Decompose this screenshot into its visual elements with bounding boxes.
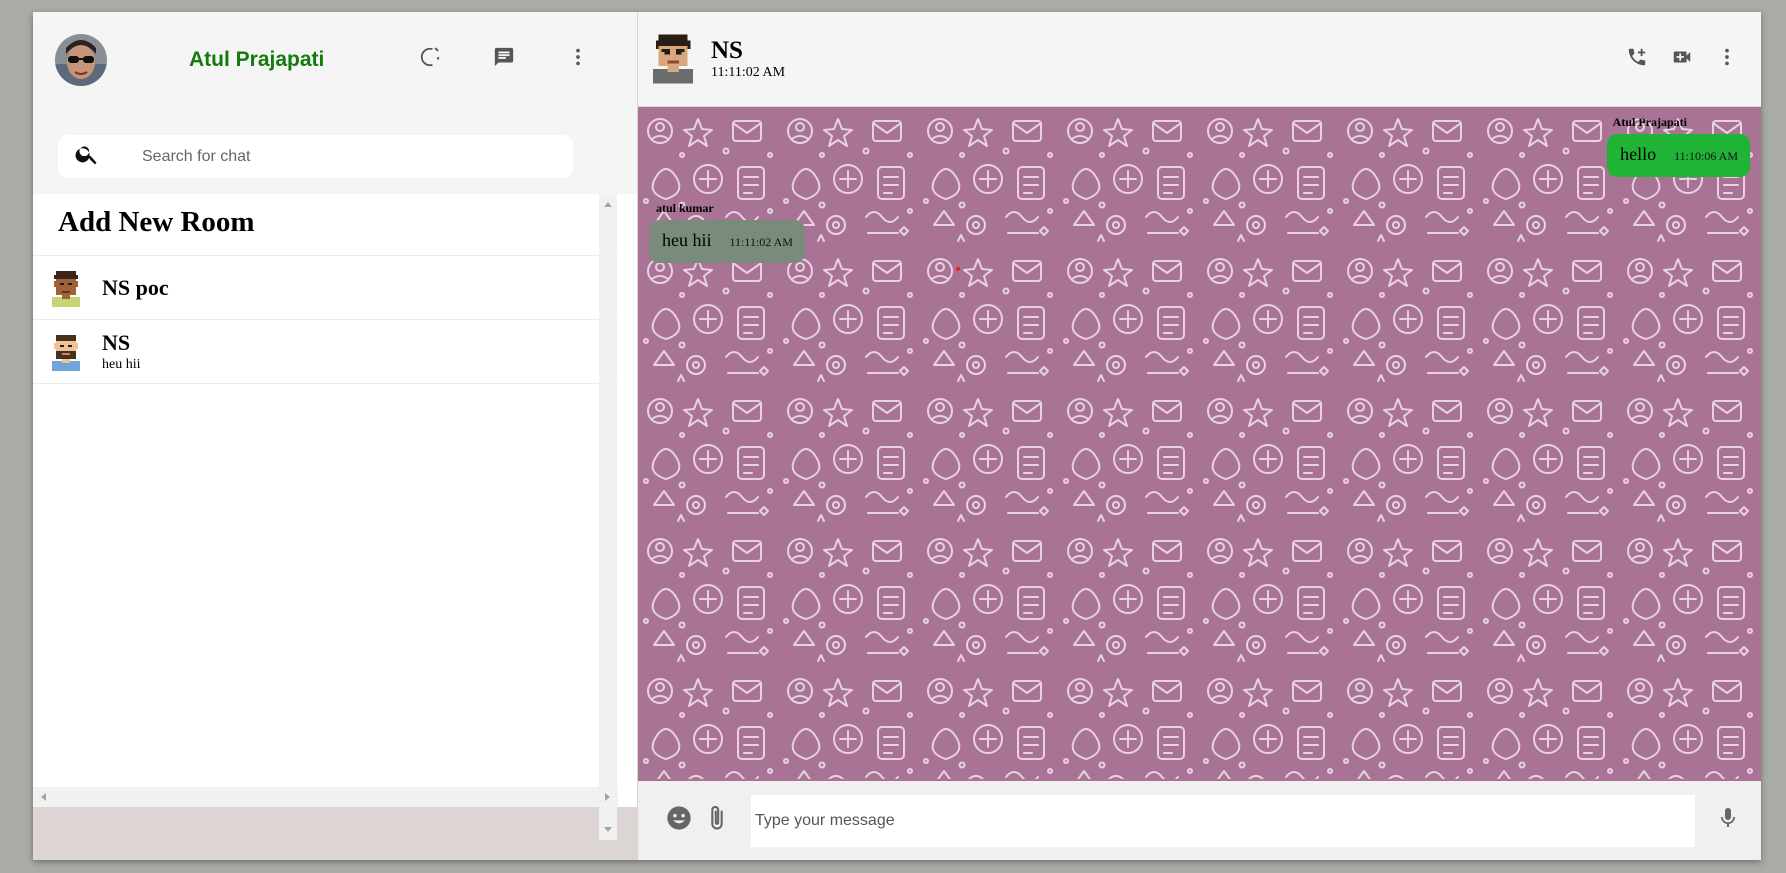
new-chat-button[interactable] [467,40,541,80]
mic-button[interactable] [1709,801,1747,841]
message-sender: atul kumar [656,201,714,215]
room-avatar[interactable] [650,34,696,84]
chat-header-info: NS 11:11:02 AM [711,37,1614,81]
scroll-up-arrow-icon[interactable] [604,202,612,207]
user-name: Atul Prajapati [189,47,325,71]
sidebar-header-actions [393,40,615,80]
message-time: 11:11:02 AM [729,235,793,249]
chat-list: Add New Room NS poc NS heu hii [33,194,618,787]
message-area[interactable]: Atul Prajapati hello 11:10:06 AM atul ku… [638,107,1761,781]
chat-item-info: NS heu hii [102,330,141,373]
user-avatar[interactable] [55,33,107,86]
last-seen-time: 11:11:02 AM [711,65,786,80]
mic-icon [1716,805,1740,836]
more-vert-icon [1716,46,1738,73]
attach-icon [703,804,731,837]
message-bubble[interactable]: heu hii 11:11:02 AM [649,220,805,263]
chat-item-ns[interactable]: NS heu hii [33,320,618,384]
chat-list-horizontal-scrollbar[interactable] [33,787,618,807]
chat-item-name: NS poc [102,274,169,300]
search-icon [74,141,100,172]
status-button[interactable] [393,40,467,80]
emoji-button[interactable] [660,801,698,841]
chat-item-info: NS poc [102,275,169,301]
message-text: hello [1620,144,1657,164]
message-sender: Atul Prajapati [1612,115,1687,129]
add-new-room-button[interactable]: Add New Room [33,194,618,256]
scroll-right-arrow-icon[interactable] [605,793,610,801]
chat-header-actions [1614,39,1749,79]
status-icon [419,46,441,73]
chat-item-name: NS [102,330,131,355]
message-input[interactable] [751,794,1695,847]
sidebar-menu-button[interactable] [541,40,615,80]
chat-list-vertical-scrollbar[interactable] [599,194,617,840]
add-call-icon [1626,46,1648,73]
room-avatar [50,333,82,371]
message-text: heu hii [662,230,712,250]
cursor-dot [956,267,960,271]
room-name: NS [711,37,743,64]
attach-button[interactable] [698,801,736,841]
chat-item-ns-poc[interactable]: NS poc [33,256,618,320]
message-sent: Atul Prajapati hello 11:10:06 AM [1607,115,1750,177]
message-time: 11:10:06 AM [1674,149,1738,163]
video-call-icon [1671,46,1693,73]
scroll-left-arrow-icon[interactable] [41,793,46,801]
add-call-button[interactable] [1614,39,1659,79]
sidebar-footer [33,807,637,860]
chat-menu-button[interactable] [1704,39,1749,79]
doodle-wallpaper [638,107,1761,779]
search-container [33,107,637,194]
new-chat-icon [493,46,515,73]
chat-header: NS 11:11:02 AM [638,12,1761,107]
app-window: Atul Prajapati Search for chat Add New R… [33,12,1761,860]
sidebar-header: Atul Prajapati [33,12,637,107]
message-received: atul kumar heu hii 11:11:02 AM [649,201,805,263]
message-bubble[interactable]: hello 11:10:06 AM [1607,134,1750,177]
message-composer [638,781,1761,860]
scroll-down-arrow-icon[interactable] [604,827,612,832]
chat-list-container: Add New Room NS poc NS heu hii [33,194,637,860]
search-box [58,135,573,178]
sidebar: Atul Prajapati Search for chat Add New R… [33,12,638,860]
room-avatar [50,269,82,307]
video-call-button[interactable] [1659,39,1704,79]
emoji-icon [665,804,693,837]
chat-item-last-message: heu hii [102,357,141,372]
chat-panel: NS 11:11:02 AM Atul Prajapati hello 11:1… [638,12,1761,860]
more-vert-icon [567,46,589,73]
search-input[interactable] [142,147,502,166]
